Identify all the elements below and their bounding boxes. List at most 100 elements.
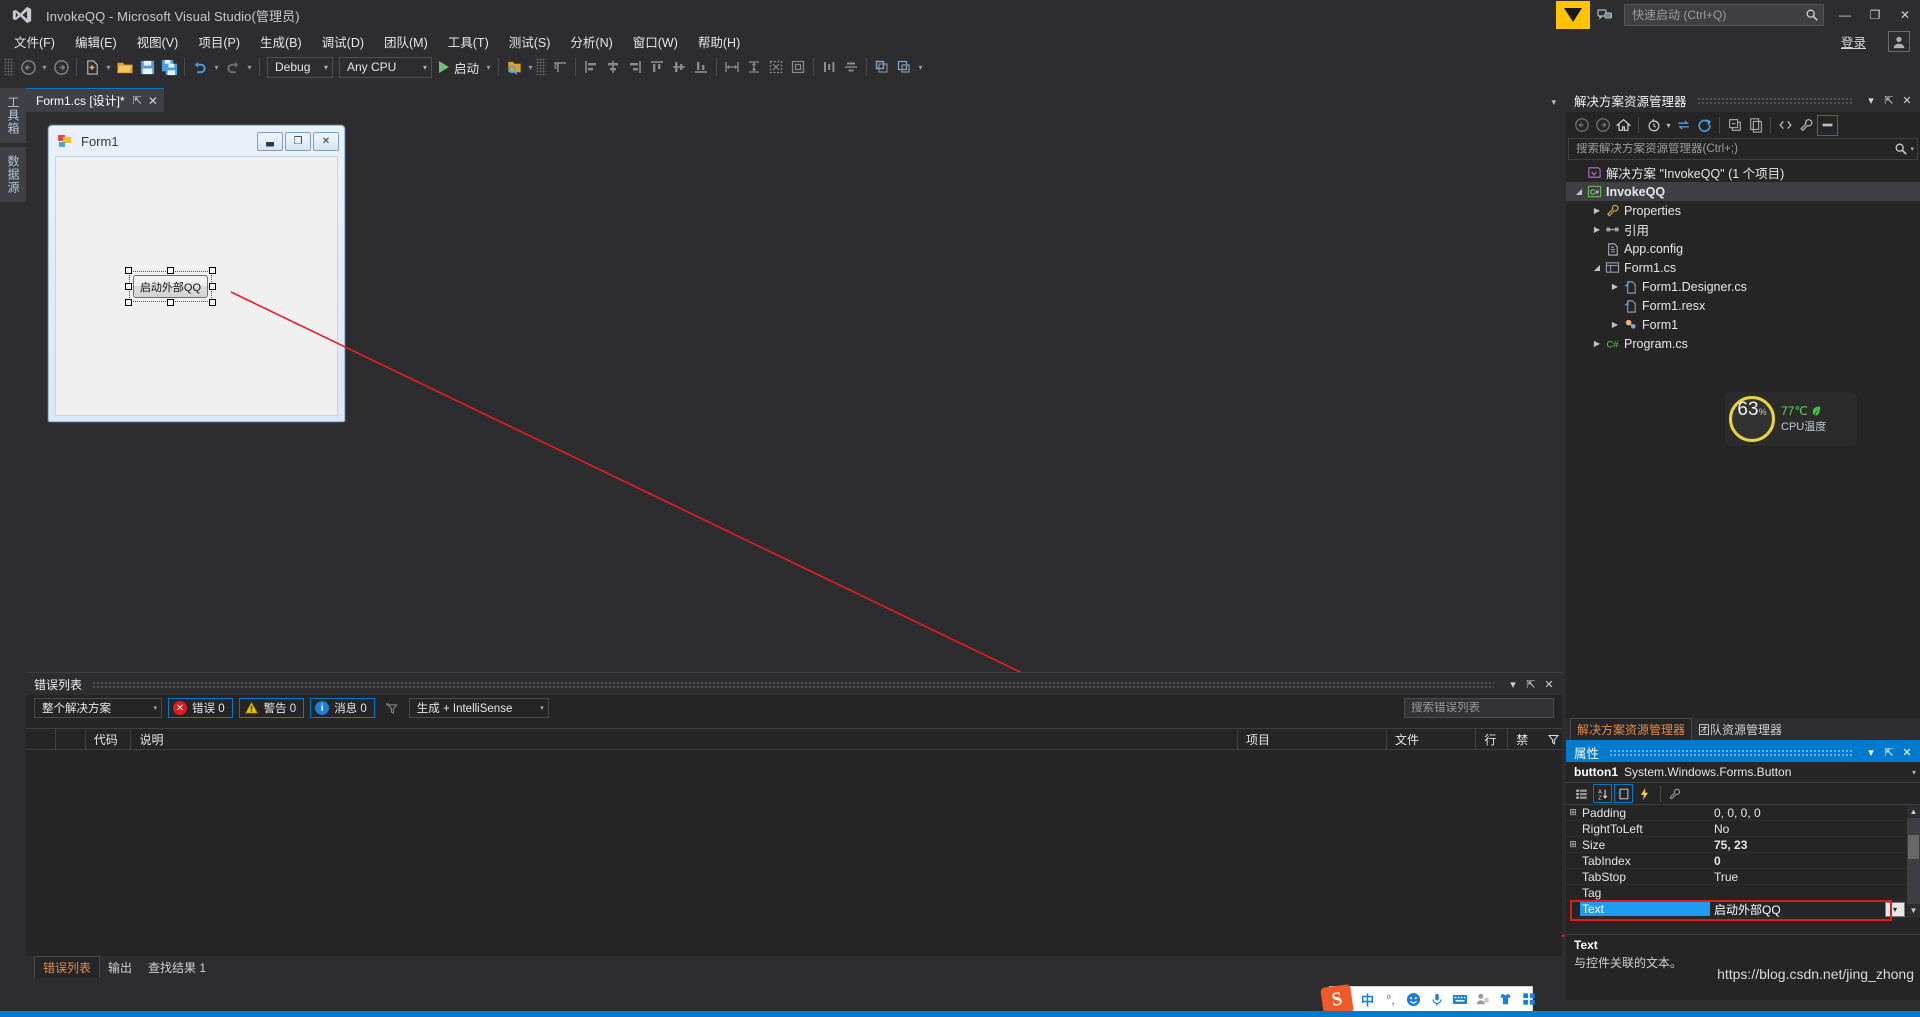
resize-handle-e[interactable] <box>209 283 216 290</box>
property-grid-scrollbar[interactable]: ▲ ▼ <box>1907 805 1920 917</box>
voice-input-icon[interactable] <box>1425 988 1448 1010</box>
expander-icon[interactable]: ⊞ <box>1566 807 1580 818</box>
window-minimize-icon[interactable]: ▃ <box>257 131 283 151</box>
user-icon[interactable] <box>1471 988 1494 1010</box>
panel-drag-dots[interactable] <box>1609 748 1852 756</box>
bring-to-front-icon[interactable] <box>871 56 893 78</box>
menu-item-project[interactable]: 项目(P) <box>188 29 250 54</box>
new-item-dropdown-icon[interactable]: ▾ <box>103 56 114 78</box>
property-row-righttoleft[interactable]: RightToLeft No <box>1566 821 1920 837</box>
quick-launch-input[interactable] <box>1632 8 1805 22</box>
menu-item-team[interactable]: 团队(M) <box>374 29 438 54</box>
tab-solution-explorer[interactable]: 解决方案资源管理器 <box>1570 718 1693 740</box>
property-value[interactable]: No <box>1710 822 1920 836</box>
solution-platform-combo[interactable]: Any CPU ▾ <box>339 56 432 78</box>
forward-icon[interactable] <box>1592 115 1613 136</box>
column-filter-icon[interactable] <box>1538 728 1562 750</box>
tree-item-references[interactable]: ▶ 引用 <box>1566 220 1920 239</box>
soft-keyboard-icon[interactable] <box>1448 988 1471 1010</box>
feedback-funnel-icon[interactable] <box>1556 1 1590 29</box>
start-debug-dropdown-icon[interactable]: ▾ <box>483 56 494 78</box>
make-horizontal-spacing-equal-icon[interactable] <box>818 56 840 78</box>
property-row-size[interactable]: ⊞ Size 75, 23 <box>1566 837 1920 853</box>
close-icon[interactable]: ✕ <box>1540 675 1558 693</box>
home-icon[interactable] <box>1613 115 1634 136</box>
error-search-box[interactable]: ▾ <box>1404 698 1571 718</box>
solution-explorer-search-box[interactable]: ▾ <box>1568 138 1918 160</box>
toolbar-grip[interactable] <box>536 58 547 76</box>
form-client-area[interactable]: 启动外部QQ <box>55 156 338 416</box>
column-header-suppress[interactable]: 禁 <box>1508 728 1538 750</box>
resize-handle-ne[interactable] <box>209 267 216 274</box>
back-icon[interactable] <box>1571 115 1592 136</box>
menu-item-view[interactable]: 视图(V) <box>127 29 189 54</box>
properties-wrench-icon[interactable] <box>1796 115 1817 136</box>
column-header-code[interactable]: 代码 <box>86 728 132 750</box>
properties-page-icon[interactable] <box>1614 784 1633 803</box>
window-maximize-icon[interactable]: ❒ <box>285 131 311 151</box>
document-tab-form1-design[interactable]: Form1.cs [设计]* ⇱ ✕ <box>26 88 164 112</box>
tab-team-explorer[interactable]: 团队资源管理器 <box>1692 719 1788 740</box>
menu-item-debug[interactable]: 调试(D) <box>312 29 374 54</box>
send-to-back-icon[interactable] <box>893 56 915 78</box>
tree-item-form1-cs[interactable]: ◢ Form1.cs <box>1566 258 1920 277</box>
navigate-forward-icon[interactable] <box>50 56 72 78</box>
properties-object-selector[interactable]: button1 System.Windows.Forms.Button ▾ <box>1566 762 1920 783</box>
menu-item-test[interactable]: 测试(S) <box>499 29 561 54</box>
redo-dropdown-icon[interactable]: ▾ <box>244 56 255 78</box>
chinese-mode-icon[interactable]: 中 <box>1356 988 1379 1010</box>
vertical-tab-data-sources[interactable]: 数据源 <box>0 147 27 202</box>
pin-icon[interactable]: ⇱ <box>133 94 142 107</box>
column-header-blank1[interactable] <box>26 728 56 750</box>
categorized-icon[interactable] <box>1572 784 1591 803</box>
pending-changes-icon[interactable] <box>1643 115 1664 136</box>
menu-item-tools[interactable]: 工具(T) <box>438 29 499 54</box>
expander-icon[interactable]: ▶ <box>1608 320 1622 329</box>
property-row-tabindex[interactable]: TabIndex 0 <box>1566 853 1920 869</box>
column-header-description[interactable]: 说明 <box>131 728 1238 750</box>
alphabetical-icon[interactable]: AZ <box>1593 784 1612 803</box>
scrollbar-thumb[interactable] <box>1908 835 1919 859</box>
expander-icon[interactable]: ▶ <box>1608 282 1622 291</box>
find-dropdown-icon[interactable]: ▾ <box>525 56 536 78</box>
speech-bubble-icon[interactable] <box>1590 1 1620 29</box>
messages-toggle-button[interactable]: i 消息 0 <box>310 698 375 718</box>
start-debug-button[interactable]: 启动 <box>435 56 483 78</box>
property-row-tag[interactable]: Tag <box>1566 885 1920 901</box>
tab-find-results[interactable]: 查找结果 1 <box>140 957 214 978</box>
expander-icon[interactable]: ⊞ <box>1566 839 1580 850</box>
designed-form[interactable]: Form1 ▃ ❒ ✕ 启动外部QQ <box>48 125 345 422</box>
undo-dropdown-icon[interactable]: ▾ <box>211 56 222 78</box>
save-all-icon[interactable] <box>158 56 180 78</box>
expander-icon[interactable]: ▶ <box>1590 206 1604 215</box>
tree-item-app-config[interactable]: App.config <box>1566 239 1920 258</box>
align-middles-icon[interactable] <box>668 56 690 78</box>
emoji-icon[interactable] <box>1402 988 1425 1010</box>
menu-item-help[interactable]: 帮助(H) <box>688 29 750 54</box>
show-all-files-icon[interactable] <box>1745 115 1766 136</box>
tree-item-form1-resx[interactable]: Form1.resx <box>1566 296 1920 315</box>
resize-handle-n[interactable] <box>167 267 174 274</box>
expander-icon[interactable]: ▶ <box>1590 225 1604 234</box>
chevron-down-icon[interactable]: ▾ <box>1862 90 1880 110</box>
new-item-icon[interactable] <box>81 56 103 78</box>
menu-item-edit[interactable]: 编辑(E) <box>65 29 127 54</box>
sync-with-active-document-icon[interactable] <box>1673 115 1694 136</box>
tree-item-properties[interactable]: ▶ Properties <box>1566 201 1920 220</box>
restore-button[interactable]: ❐ <box>1860 1 1890 29</box>
property-row-tabstop[interactable]: TabStop True <box>1566 869 1920 885</box>
navigate-back-dropdown-icon[interactable]: ▾ <box>39 56 50 78</box>
property-row-padding[interactable]: ⊞ Padding 0, 0, 0, 0 <box>1566 805 1920 821</box>
resize-handle-s[interactable] <box>167 299 174 306</box>
menu-item-window[interactable]: 窗口(W) <box>623 29 688 54</box>
tab-output[interactable]: 输出 <box>100 957 140 978</box>
tree-item-program-cs[interactable]: ▶ C# Program.cs <box>1566 334 1920 353</box>
clear-filter-icon[interactable] <box>383 699 401 717</box>
chevron-down-icon[interactable]: ▾ <box>1910 145 1914 153</box>
tree-item-project-invokeqq[interactable]: ◢ C# InvokeQQ <box>1566 182 1920 201</box>
align-lefts-icon[interactable] <box>580 56 602 78</box>
expander-icon[interactable]: ▶ <box>1590 339 1604 348</box>
panel-drag-dots[interactable] <box>1696 96 1852 104</box>
resize-handle-w[interactable] <box>125 283 132 290</box>
error-source-combo[interactable]: 生成 + IntelliSense ▾ <box>408 698 549 718</box>
